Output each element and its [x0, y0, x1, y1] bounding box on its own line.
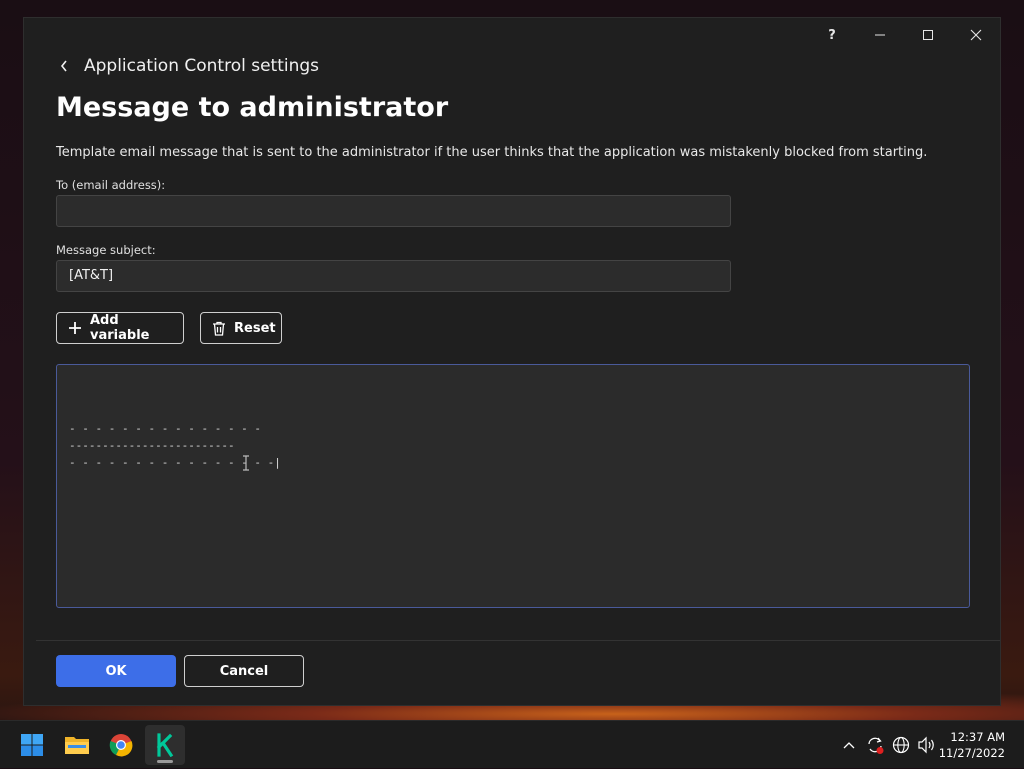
email-field[interactable]: [56, 195, 731, 227]
add-variable-label: Add variable: [90, 313, 150, 343]
help-button[interactable]: ?: [808, 18, 856, 52]
taskbar: 12:37 AM 11/27/2022: [0, 720, 1024, 768]
chrome-icon: [109, 734, 133, 757]
chrome-button[interactable]: [101, 725, 141, 765]
footer-divider: [36, 640, 1000, 641]
maximize-icon: [923, 30, 933, 40]
breadcrumb[interactable]: Application Control settings: [54, 54, 319, 78]
close-icon: [970, 29, 982, 41]
page-title: Message to administrator: [56, 92, 449, 123]
text-cursor-icon: [243, 455, 249, 471]
clock-time: 12:37 AM: [950, 730, 1005, 744]
start-button[interactable]: [12, 725, 52, 765]
folder-icon: [65, 737, 89, 754]
reset-button[interactable]: Reset: [200, 312, 282, 344]
speaker-icon: [918, 736, 934, 754]
chevron-up-icon: [843, 742, 855, 749]
reset-label: Reset: [234, 320, 276, 336]
system-tray: [836, 721, 940, 769]
sync-status-button[interactable]: [863, 733, 887, 757]
network-button[interactable]: [889, 733, 913, 757]
message-line: -------------------------: [69, 439, 235, 452]
cancel-button[interactable]: Cancel: [184, 655, 304, 687]
sync-alert-icon: [868, 737, 884, 754]
clock-date: 11/27/2022: [938, 746, 1005, 760]
kaspersky-icon: [156, 733, 174, 757]
plus-icon: [68, 321, 82, 335]
taskbar-clock[interactable]: 12:37 AM 11/27/2022: [939, 729, 1005, 761]
to-field-label: To (email address):: [56, 178, 166, 192]
volume-button[interactable]: [915, 733, 939, 757]
file-explorer-button[interactable]: [57, 725, 97, 765]
minimize-button[interactable]: [856, 18, 904, 52]
show-hidden-icons-button[interactable]: [837, 733, 861, 757]
trash-icon: [212, 321, 226, 336]
minimize-icon: [875, 34, 885, 36]
message-line: - - - - - - - - - - - - - - -: [69, 422, 262, 435]
close-button[interactable]: [952, 18, 1000, 52]
breadcrumb-label[interactable]: Application Control settings: [84, 56, 319, 76]
start-icon: [21, 734, 43, 756]
add-variable-button[interactable]: Add variable: [56, 312, 184, 344]
chevron-left-icon[interactable]: [54, 56, 74, 76]
settings-window: ? Application Control settings Message t…: [23, 17, 1001, 706]
window-titlebar: ?: [808, 18, 1000, 52]
globe-icon: [892, 736, 910, 754]
subject-field[interactable]: [AT&T]: [56, 260, 731, 292]
page-description: Template email message that is sent to t…: [56, 145, 928, 160]
ok-button[interactable]: OK: [56, 655, 176, 687]
subject-field-label: Message subject:: [56, 243, 156, 257]
maximize-button[interactable]: [904, 18, 952, 52]
message-body-editor[interactable]: - - - - - - - - - - - - - - - ----------…: [56, 364, 970, 608]
kaspersky-button[interactable]: [145, 725, 185, 765]
